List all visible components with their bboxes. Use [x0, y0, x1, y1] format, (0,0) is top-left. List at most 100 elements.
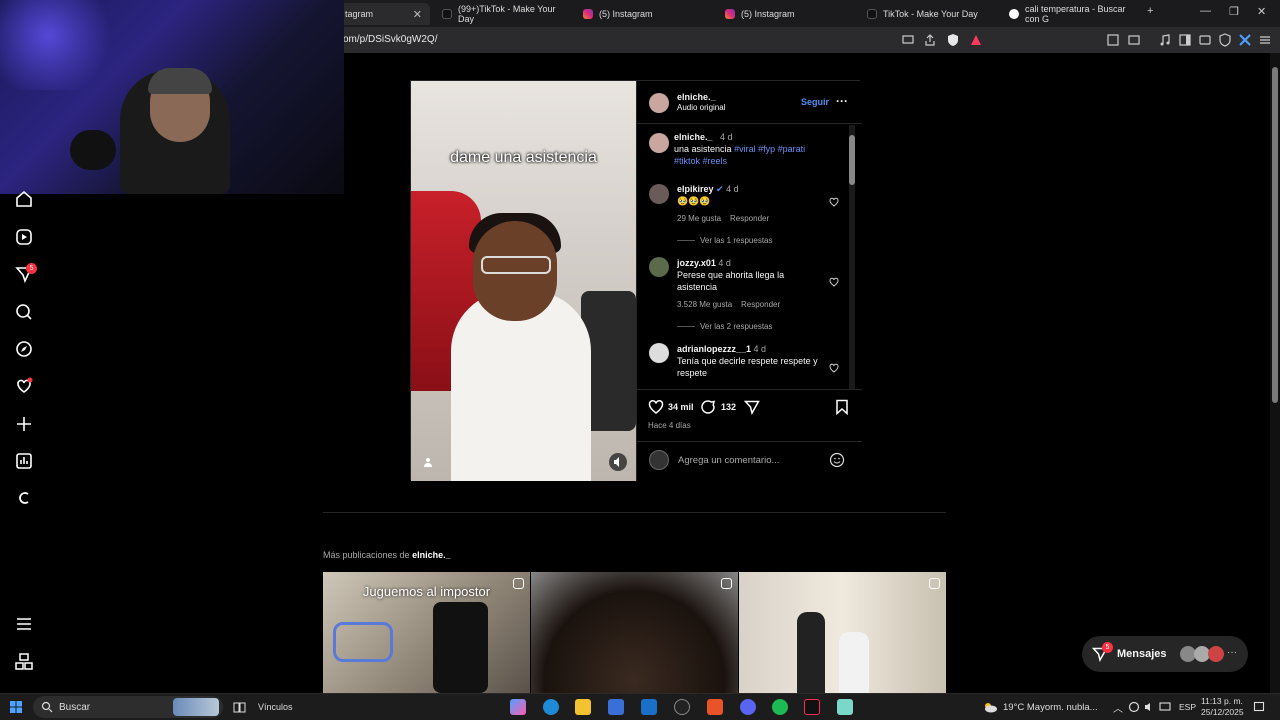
more-post-thumbnail[interactable] [739, 572, 946, 693]
caption-username[interactable]: elniche._ [674, 132, 713, 142]
music-icon[interactable] [1158, 33, 1172, 47]
more-options-icon[interactable]: ··· [836, 94, 848, 108]
vpn-icon[interactable] [1218, 33, 1232, 47]
threads-icon[interactable] [14, 488, 34, 508]
share-icon[interactable] [923, 33, 937, 47]
tab-instagram[interactable]: (5) Instagram [573, 3, 713, 25]
emoji-icon[interactable] [829, 452, 845, 468]
explore-icon[interactable] [14, 339, 34, 359]
url-field[interactable]: om/p/DSiSvk0gW2Q/ [343, 34, 437, 45]
close-window-icon[interactable]: ✕ [1257, 5, 1266, 18]
tray-chevron-icon[interactable]: ︿ [1113, 700, 1123, 715]
author-avatar[interactable] [649, 93, 669, 113]
new-tab-icon[interactable]: + [1147, 5, 1153, 17]
copilot-icon[interactable] [510, 699, 526, 715]
clock-time[interactable]: 11:13 p. m. [1201, 696, 1243, 706]
restore-icon[interactable]: ❐ [1229, 5, 1239, 18]
task-view-icon[interactable] [233, 701, 246, 714]
comment-avatar[interactable] [649, 343, 669, 363]
meta-apps-icon[interactable] [14, 652, 34, 672]
dashboard-icon[interactable] [14, 451, 34, 471]
notifications-icon[interactable] [1253, 701, 1265, 713]
file-explorer-icon[interactable] [575, 699, 591, 715]
author-username[interactable]: elniche._ [677, 92, 716, 102]
messages-button[interactable]: 5 Mensajes ··· [1082, 636, 1248, 672]
comment-likes[interactable]: 3.528 Me gusta [677, 300, 732, 309]
reel-video[interactable]: dame una asistencia [411, 81, 636, 481]
clock-date[interactable]: 25/12/2025 [1201, 707, 1244, 717]
like-comment-icon[interactable] [829, 197, 839, 207]
menu-icon[interactable] [1258, 33, 1272, 47]
tab-google-search[interactable]: cali temperatura - Buscar con G [999, 3, 1139, 25]
tray-app-icon[interactable] [1128, 701, 1140, 713]
more-post-thumbnail[interactable] [531, 572, 738, 693]
ai-assistant-icon[interactable] [1238, 33, 1252, 47]
sidebar-toggle-icon[interactable] [1178, 33, 1192, 47]
spotify-icon[interactable] [772, 699, 788, 715]
comment-username[interactable]: elpikirey [677, 184, 714, 194]
like-comment-icon[interactable] [829, 277, 839, 287]
like-comment-icon[interactable] [829, 363, 839, 373]
edge-icon[interactable] [543, 699, 559, 715]
caption-hashtags-1[interactable]: #viral #fyp #parati [734, 144, 805, 154]
caption-avatar[interactable] [649, 133, 669, 153]
tagged-user-icon[interactable] [423, 457, 433, 467]
scrollbar-thumb[interactable] [1272, 67, 1278, 403]
view-replies-button[interactable]: Ver las 2 respuestas [700, 322, 772, 331]
discord-icon[interactable] [740, 699, 756, 715]
more-menu-icon[interactable] [14, 614, 34, 634]
mail-icon[interactable] [641, 699, 657, 715]
like-icon[interactable] [648, 399, 664, 415]
reply-button[interactable]: Responder [741, 300, 780, 309]
comments-scroll-thumb[interactable] [849, 135, 855, 185]
brave-icon[interactable] [707, 699, 723, 715]
comment-avatar[interactable] [649, 257, 669, 277]
wallet-icon[interactable] [1198, 33, 1212, 47]
home-icon[interactable] [14, 189, 34, 209]
comment-username[interactable]: jozzy.x01 [677, 258, 716, 268]
reels-icon[interactable] [14, 227, 34, 247]
weather-cloud-icon[interactable] [982, 700, 998, 714]
minimize-icon[interactable]: — [1200, 5, 1211, 17]
brave-rewards-icon[interactable] [969, 33, 983, 47]
follow-button[interactable]: Seguir [801, 97, 829, 107]
store-icon[interactable] [608, 699, 624, 715]
page-scrollbar[interactable] [1270, 53, 1280, 693]
app-icon[interactable] [837, 699, 853, 715]
comment-input[interactable]: Agrega un comentario... [678, 455, 779, 466]
cast-icon[interactable] [901, 33, 915, 47]
share-post-icon[interactable] [744, 399, 760, 415]
more-post-thumbnail[interactable]: Juguemos al impostor [323, 572, 530, 693]
screenshot-icon[interactable] [1127, 33, 1141, 47]
tiktok-icon[interactable] [804, 699, 820, 715]
comment-likes[interactable]: 29 Me gusta [677, 214, 721, 223]
caption-hashtags-2[interactable]: #tiktok #reels [674, 156, 727, 166]
tab-tiktok[interactable]: (99+)TikTok - Make Your Day [432, 3, 570, 25]
reply-button[interactable]: Responder [730, 214, 769, 223]
taskbar-links[interactable]: Vínculos [258, 702, 293, 712]
shield-icon[interactable] [946, 33, 960, 47]
language-indicator[interactable]: ESP [1179, 702, 1196, 712]
network-icon[interactable] [1159, 701, 1171, 713]
more-posts-user[interactable]: elniche._ [412, 550, 451, 560]
comment-username[interactable]: adrianlopezzz__1 [677, 344, 751, 354]
audio-label[interactable]: Audio original [677, 103, 725, 112]
extensions-icon[interactable] [1106, 33, 1120, 47]
weather-text[interactable]: 19°C Mayorm. nubla... [1003, 702, 1098, 713]
bookmark-icon[interactable] [834, 399, 850, 415]
tab-tiktok-2[interactable]: TikTok - Make Your Day [857, 3, 997, 25]
create-icon[interactable] [14, 414, 34, 434]
close-tab-icon[interactable]: ✕ [413, 8, 422, 21]
comment-avatar[interactable] [649, 184, 669, 204]
volume-icon[interactable] [1143, 701, 1155, 713]
obs-icon[interactable] [674, 699, 690, 715]
windows-start-icon[interactable] [10, 701, 22, 713]
comment-count[interactable]: 132 [721, 402, 736, 412]
comments-scrollbar[interactable] [849, 125, 855, 389]
view-replies-button[interactable]: Ver las 1 respuestas [700, 236, 772, 245]
search-icon[interactable] [14, 302, 34, 322]
mute-button[interactable] [609, 453, 627, 471]
like-count[interactable]: 34 mil [668, 402, 694, 412]
notifications-heart-icon[interactable] [14, 376, 34, 396]
tab-instagram-active[interactable]: tagram ✕ [335, 3, 430, 25]
